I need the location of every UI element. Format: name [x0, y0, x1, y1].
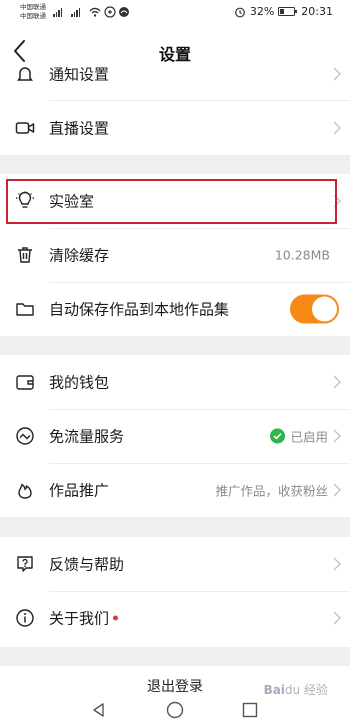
carrier-labels: 中国联通 中国联通 — [20, 3, 46, 21]
chevron-right-icon — [333, 483, 341, 497]
lightbulb-icon — [16, 191, 34, 208]
settings-row-clear-cache[interactable]: 清除缓存 10.28MB — [0, 228, 350, 282]
nav-back-icon[interactable] — [90, 701, 108, 719]
system-nav-bar — [0, 693, 350, 727]
settings-row-label: 自动保存作品到本地作品集 — [49, 300, 230, 319]
toggle-knob — [312, 296, 337, 322]
watermark-suffix: 经验 — [303, 683, 328, 697]
trash-icon — [18, 247, 32, 263]
settings-row-label: 我的钱包 — [49, 373, 110, 392]
chevron-right-icon — [333, 557, 341, 571]
settings-row-auto-save: 自动保存作品到本地作品集 — [0, 282, 350, 336]
settings-row-label: 清除缓存 — [49, 246, 110, 265]
status-bar: 中国联通 中国联通 32% 20:31 — [0, 0, 350, 28]
clock: 20:31 — [301, 5, 333, 18]
settings-group-4: 反馈与帮助 关于我们 — [0, 537, 350, 647]
new-badge-dot — [113, 615, 119, 621]
watermark: Baidu 经验 — [264, 681, 328, 698]
settings-row-label: 关于我们 — [49, 608, 119, 629]
battery-percent: 32% — [249, 5, 275, 18]
settings-row-label: 反馈与帮助 — [49, 555, 125, 574]
settings-group-1: 通知设置 直播设置 — [0, 66, 350, 155]
chevron-right-icon — [333, 429, 341, 443]
nav-recents-icon[interactable] — [241, 701, 259, 719]
carrier-label-1: 中国联通 — [20, 3, 46, 11]
signal-icon — [53, 8, 63, 17]
settings-row-promotion[interactable]: 作品推广 推广作品，收获粉丝 — [0, 463, 350, 517]
settings-group-3: 我的钱包 免流量服务 已启用 作品推广 推广作品，收获粉丝 — [0, 355, 350, 517]
carrier-label-2: 中国联通 — [20, 12, 46, 20]
settings-row-live[interactable]: 直播设置 — [0, 101, 350, 155]
video-camera-icon — [15, 122, 35, 134]
cache-size-value: 10.28MB — [274, 247, 330, 263]
chevron-right-icon — [333, 375, 341, 389]
about-label: 关于我们 — [49, 609, 110, 628]
chevron-right-icon — [333, 67, 341, 81]
settings-row-lab[interactable]: 实验室 — [0, 174, 350, 228]
question-icon — [17, 556, 33, 572]
settings-row-wallet[interactable]: 我的钱包 — [0, 355, 350, 409]
promotion-hint: 推广作品，收获粉丝 — [215, 483, 328, 499]
battery-icon — [278, 7, 298, 16]
bell-icon — [17, 67, 33, 81]
data-icon — [104, 6, 116, 18]
check-circle-icon — [270, 428, 285, 444]
weather-icon — [119, 7, 129, 17]
settings-row-label: 作品推广 — [49, 481, 110, 500]
settings-row-label: 直播设置 — [49, 119, 110, 138]
settings-group-2: 实验室 清除缓存 10.28MB 自动保存作品到本地作品集 — [0, 174, 350, 336]
alarm-icon — [234, 7, 245, 17]
settings-row-label: 通知设置 — [49, 65, 110, 84]
nav-home-icon[interactable] — [166, 701, 184, 719]
watermark-brand: Bai — [263, 683, 285, 697]
settings-row-data-free[interactable]: 免流量服务 已启用 — [0, 409, 350, 463]
service-status: 已启用 — [290, 429, 328, 445]
auto-save-toggle[interactable] — [290, 294, 339, 324]
settings-row-label: 实验室 — [49, 192, 95, 211]
data-wave-icon — [16, 427, 34, 445]
wallet-icon — [16, 375, 34, 390]
watermark-icon: du — [284, 683, 301, 697]
wifi-icon — [89, 7, 101, 17]
settings-row-feedback[interactable]: 反馈与帮助 — [0, 537, 350, 591]
settings-row-notifications[interactable]: 通知设置 — [0, 47, 350, 101]
info-icon — [16, 609, 34, 627]
folder-icon — [16, 303, 34, 316]
settings-row-about[interactable]: 关于我们 — [0, 591, 350, 645]
flame-icon — [18, 483, 32, 499]
settings-row-label: 免流量服务 — [49, 427, 125, 446]
chevron-right-icon — [333, 611, 341, 625]
chevron-right-icon — [333, 121, 341, 135]
status-right: 32% 20:31 — [234, 5, 333, 18]
signal-icon-2 — [71, 8, 81, 17]
chevron-right-icon — [333, 194, 341, 208]
